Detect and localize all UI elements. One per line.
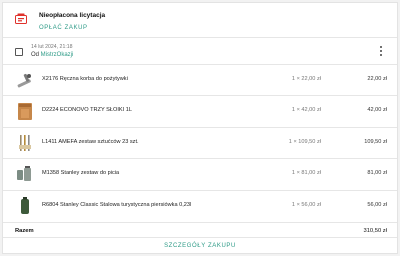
item-qty: 1 × 81,00 zł	[291, 170, 321, 176]
item-total: 56,00 zł	[367, 202, 387, 208]
item-qty: 1 × 109,50 zł	[288, 139, 321, 145]
item-name[interactable]: M1358 Stanley zestaw do picia	[42, 170, 119, 176]
divider	[3, 222, 397, 223]
item-total: 81,00 zł	[367, 170, 387, 176]
crank-thumb	[17, 73, 31, 88]
unpaid-title: Nieopłacona licytacja	[39, 12, 106, 19]
jars-thumb	[18, 103, 32, 120]
order-date: 14 lut 2024, 21:18	[31, 44, 73, 50]
order-checkbox[interactable]	[15, 48, 23, 56]
item-name[interactable]: D2224 ECONOVO TRZY SŁOIKI 1L	[42, 107, 132, 113]
item-qty: 1 × 56,00 zł	[291, 202, 321, 208]
list-item[interactable]: L1411 AMEFA zestaw sztućców 23 szt. 1 × …	[3, 128, 397, 158]
item-name[interactable]: R6804 Stanley Classic Stalowa turystyczn…	[42, 202, 191, 208]
divider	[3, 237, 397, 238]
summary-total: 310,50 zł	[363, 228, 387, 234]
drinkset-thumb	[17, 166, 31, 181]
item-total: 22,00 zł	[367, 76, 387, 82]
item-total: 42,00 zł	[367, 107, 387, 113]
item-qty: 1 × 22,00 zł	[291, 76, 321, 82]
order-card: Nieopłacona licytacja OPŁAĆ ZAKUP 14 lut…	[2, 2, 398, 254]
cutlery-thumb	[19, 135, 31, 151]
summary-label: Razem	[15, 228, 34, 234]
list-item[interactable]: M1358 Stanley zestaw do picia 1 × 81,00 …	[3, 159, 397, 189]
seller-prefix: Od	[31, 52, 41, 58]
seller-line: Od MistrzOkazji	[31, 52, 73, 58]
item-name[interactable]: L1411 AMEFA zestaw sztućców 23 szt.	[42, 139, 139, 145]
seller-link[interactable]: MistrzOkazji	[41, 52, 74, 58]
unpaid-auction-icon	[15, 13, 27, 24]
more-options-icon[interactable]	[380, 46, 383, 57]
item-total: 109,50 zł	[364, 139, 387, 145]
list-item[interactable]: X2176 Ręczna korba do pożytywki 1 × 22,0…	[3, 65, 397, 95]
item-qty: 1 × 42,00 zł	[291, 107, 321, 113]
pay-button[interactable]: OPŁAĆ ZAKUP	[39, 25, 88, 31]
list-item[interactable]: R6804 Stanley Classic Stalowa turystyczn…	[3, 191, 397, 221]
flask-thumb	[21, 197, 29, 214]
divider	[3, 37, 397, 38]
purchase-details-button[interactable]: SZCZEGÓŁY ZAKUPU	[3, 243, 397, 249]
item-name[interactable]: X2176 Ręczna korba do pożytywki	[42, 76, 128, 82]
list-item[interactable]: D2224 ECONOVO TRZY SŁOIKI 1L 1 × 42,00 z…	[3, 96, 397, 126]
